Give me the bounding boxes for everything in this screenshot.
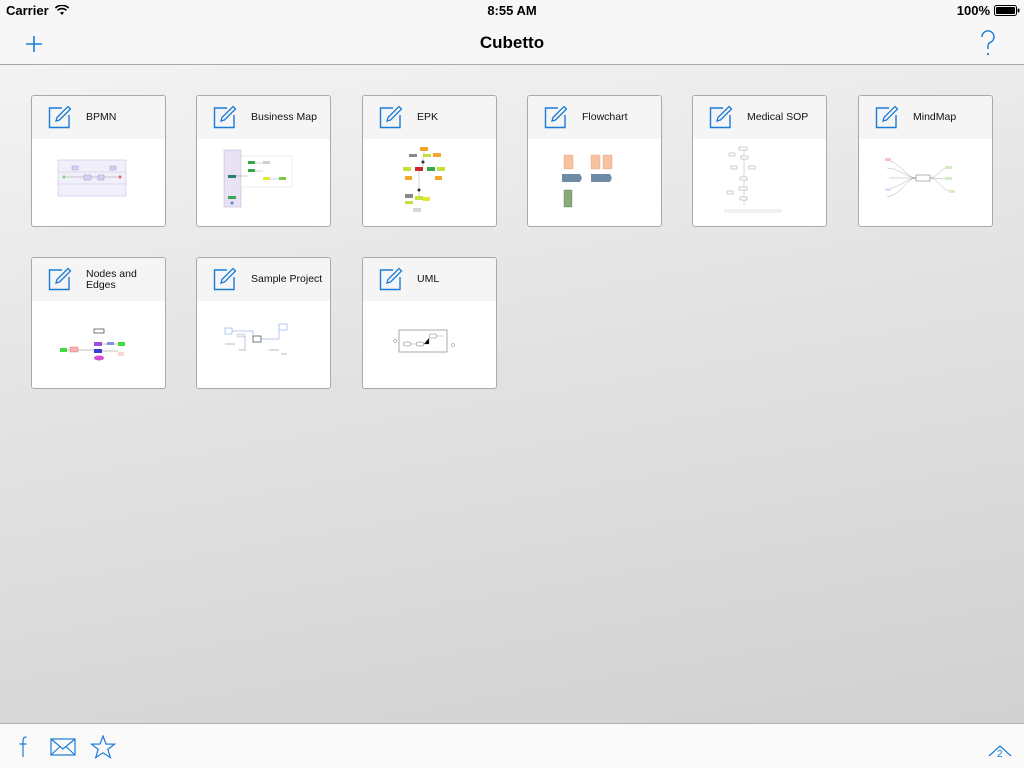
edit-icon[interactable]	[379, 105, 403, 129]
status-time: 8:55 AM	[487, 3, 537, 18]
facebook-button[interactable]	[16, 734, 30, 760]
card-header: UML	[363, 258, 496, 301]
help-button[interactable]	[972, 28, 1004, 60]
star-icon	[90, 735, 116, 759]
card-title: Medical SOP	[747, 111, 809, 123]
mail-icon	[50, 738, 76, 756]
project-card-flowchart[interactable]: Flowchart	[527, 95, 662, 227]
card-header: Flowchart	[528, 96, 661, 139]
question-icon	[981, 30, 995, 56]
project-card-epk[interactable]: EPK	[362, 95, 497, 227]
project-card-medical-sop[interactable]: Medical SOP	[692, 95, 827, 227]
card-header: Sample Project	[197, 258, 330, 301]
edit-icon[interactable]	[379, 267, 403, 291]
status-bar: Carrier 8:55 AM 100%	[0, 0, 1024, 22]
card-header: Nodes and Edges	[32, 258, 165, 301]
card-header: MindMap	[859, 96, 992, 139]
card-title: EPK	[417, 111, 439, 123]
edit-icon[interactable]	[875, 105, 899, 129]
status-right: 100%	[957, 3, 1020, 18]
navigation-bar: Cubetto	[0, 22, 1024, 65]
favorite-button[interactable]	[89, 734, 117, 760]
battery-icon	[994, 5, 1020, 16]
uml-thumbnail	[393, 329, 455, 353]
card-title: Nodes and Edges	[86, 267, 137, 291]
edit-icon[interactable]	[709, 105, 733, 129]
card-title: Sample Project	[251, 273, 323, 285]
project-card-uml[interactable]: UML	[362, 257, 497, 389]
mail-button[interactable]	[49, 734, 77, 760]
project-card-mindmap[interactable]: MindMap	[858, 95, 993, 227]
card-title: UML	[417, 273, 440, 285]
card-header: Business Map	[197, 96, 330, 139]
battery-percent: 100%	[956, 3, 990, 18]
mindmap-thumbnail	[885, 158, 955, 198]
bpmn-thumbnail	[57, 159, 127, 197]
card-title: BPMN	[86, 111, 117, 123]
medical-sop-thumbnail	[724, 146, 782, 213]
sample-project-thumbnail	[224, 323, 288, 355]
edit-icon[interactable]	[544, 105, 568, 129]
edit-icon[interactable]	[213, 267, 237, 291]
project-card-sample-project[interactable]: Sample Project	[196, 257, 331, 389]
business-map-thumbnail	[223, 149, 293, 208]
edit-icon[interactable]	[213, 105, 237, 129]
project-card-nodes-and-edges[interactable]: Nodes and Edges	[31, 257, 166, 389]
nodes-and-edges-thumbnail	[60, 328, 125, 361]
project-grid: BPMN Business Map EPK Flowchart Medical …	[31, 95, 996, 395]
project-card-bpmn[interactable]: BPMN	[31, 95, 166, 227]
facebook-icon	[19, 736, 27, 757]
card-header: BPMN	[32, 96, 165, 139]
page-title: Cubetto	[479, 33, 545, 52]
card-title: MindMap	[913, 111, 957, 123]
card-title: Flowchart	[582, 111, 628, 123]
page-count-badge: 2	[997, 749, 1003, 760]
card-header: EPK	[363, 96, 496, 139]
edit-icon[interactable]	[48, 105, 72, 129]
card-title: Business Map	[251, 111, 317, 123]
project-card-business-map[interactable]: Business Map	[196, 95, 331, 227]
epk-thumbnail	[403, 147, 445, 212]
card-header: Medical SOP	[693, 96, 826, 139]
edit-icon[interactable]	[48, 267, 72, 291]
flowchart-thumbnail	[562, 154, 613, 208]
bottom-toolbar	[0, 723, 1024, 768]
